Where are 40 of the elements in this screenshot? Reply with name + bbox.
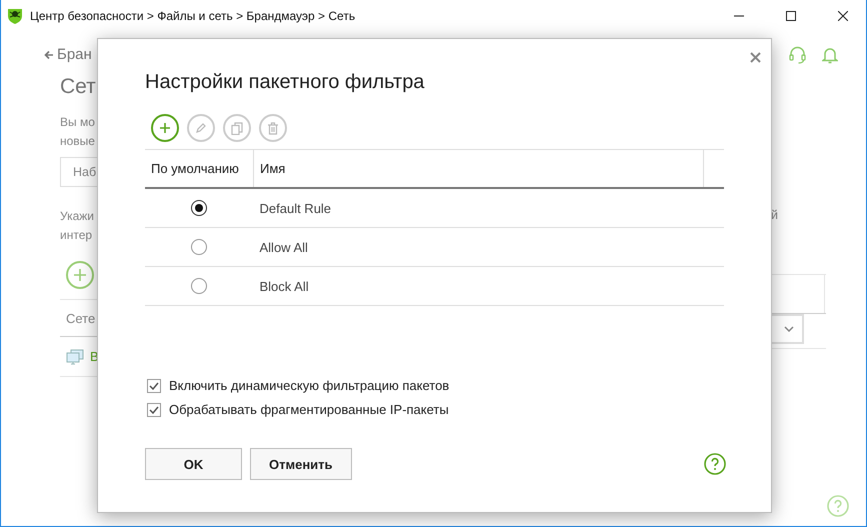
help-icon[interactable]	[827, 495, 849, 517]
page-heading: Сет	[60, 75, 96, 99]
radio-button[interactable]	[191, 239, 208, 256]
rule-name: Allow All	[254, 228, 704, 266]
dialog-button[interactable]: Отменить	[250, 448, 352, 480]
trash-icon	[267, 122, 279, 134]
copy-icon	[231, 122, 243, 134]
back-arrow-icon	[44, 50, 54, 60]
monitors-icon	[66, 348, 84, 364]
close-icon	[750, 52, 761, 63]
dialog-title: Настройки пакетного фильтра	[145, 71, 426, 94]
rule-name: Default Rule	[254, 188, 704, 228]
column-header: Имя	[254, 150, 704, 188]
maximize-icon	[786, 11, 796, 21]
chevron-down-icon	[784, 326, 794, 332]
pencil-icon	[195, 122, 207, 134]
checkbox[interactable]	[147, 402, 161, 416]
description-text: новые	[60, 133, 96, 150]
breadcrumb: Центр безопасности > Файлы и сеть > Брандмауэр > Сеть	[30, 9, 356, 23]
radio-button[interactable]	[191, 278, 208, 294]
bell-icon[interactable]	[822, 46, 838, 64]
headset-icon[interactable]	[789, 46, 806, 64]
description-text: интер	[60, 227, 94, 244]
dialog-button[interactable]: OK	[145, 448, 242, 480]
column-header: По умолчанию	[145, 150, 254, 188]
add-button[interactable]	[66, 261, 94, 289]
option-label: Включить динамическую фильтрацию пакетов	[169, 378, 450, 393]
help-icon[interactable]	[704, 453, 726, 475]
checkbox[interactable]	[147, 378, 161, 392]
description-text: й	[771, 208, 779, 222]
close-icon	[838, 11, 848, 21]
plus-icon	[159, 122, 171, 134]
back-link[interactable]: Бран	[57, 46, 92, 63]
description-text: Укажи	[60, 208, 96, 225]
shield-logo-icon	[6, 7, 24, 25]
radio-button[interactable]	[191, 200, 208, 216]
description-text: Вы мо	[60, 114, 96, 131]
rule-name: Block All	[254, 266, 704, 306]
option-label: Обрабатывать фрагментированные IP-пакеты	[169, 402, 449, 417]
add-button[interactable]	[151, 114, 179, 142]
